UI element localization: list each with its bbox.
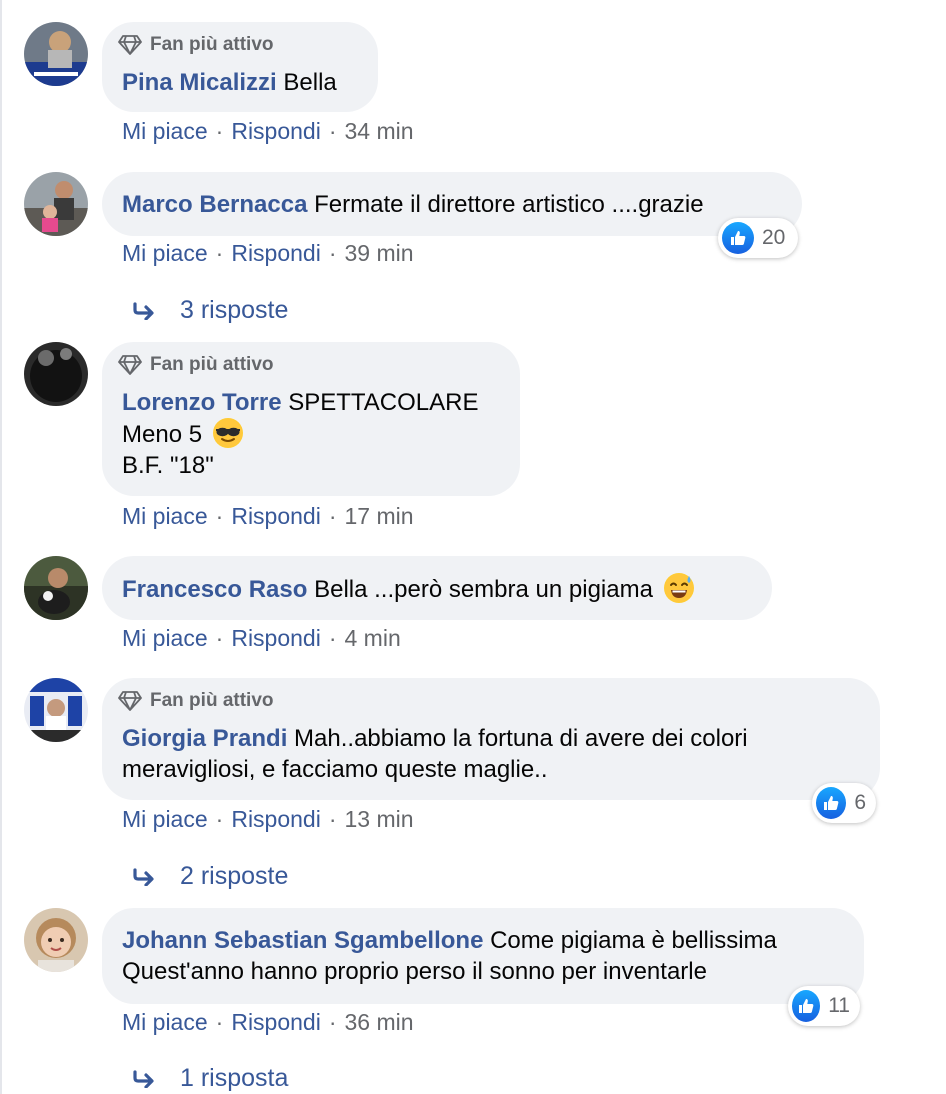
reaction-summary[interactable]: 11 [788, 986, 860, 1026]
like-link[interactable]: Mi piace [122, 806, 208, 832]
timestamp[interactable]: 36 min [345, 1009, 414, 1035]
replies-count[interactable]: 3 risposte [180, 296, 288, 325]
like-link[interactable]: Mi piace [122, 625, 208, 651]
diamond-icon [118, 691, 142, 711]
diamond-icon [118, 35, 142, 55]
timestamp[interactable]: 39 min [345, 240, 414, 266]
reply-link[interactable]: Rispondi [231, 1009, 321, 1035]
timestamp[interactable]: 17 min [345, 503, 414, 529]
top-fan-badge: Fan più attivo [118, 354, 274, 376]
comment-actions: Mi piace · Rispondi · 17 min [122, 503, 414, 529]
comment-actions: Mi piace · Rispondi · 34 min [122, 118, 414, 144]
reply-link[interactable]: Rispondi [231, 118, 321, 144]
author-name[interactable]: Pina Micalizzi [122, 69, 277, 96]
comment-text: Marco Bernacca Fermate il direttore arti… [122, 189, 704, 220]
like-link[interactable]: Mi piace [122, 240, 208, 266]
top-fan-badge: Fan più attivo [118, 690, 274, 712]
reply-arrow-icon [133, 867, 154, 886]
comment-text: Pina Micalizzi Bella [122, 67, 337, 98]
comment-bubble: Marco Bernacca Fermate il direttore arti… [102, 172, 802, 236]
comment-actions: Mi piace · Rispondi · 36 min [122, 1009, 414, 1035]
thumbs-up-icon [816, 787, 847, 819]
comment-body-line: Meno 5 [122, 421, 203, 448]
top-fan-label: Fan più attivo [150, 690, 274, 711]
avatar[interactable] [24, 678, 88, 742]
comment-body-line: Come pigiama è bellissima [490, 927, 777, 954]
reaction-count: 11 [828, 994, 850, 1017]
comment-body-line: B.F. "18" [122, 452, 214, 479]
like-link[interactable]: Mi piace [122, 1009, 208, 1035]
comment-bubble: Francesco Raso Bella ...però sembra un p… [102, 556, 772, 620]
view-replies-link[interactable]: 2 risposte [132, 862, 288, 891]
like-link[interactable]: Mi piace [122, 503, 208, 529]
comment-text: Johann Sebastian Sgambellone Come pigiam… [122, 925, 777, 987]
like-link[interactable]: Mi piace [122, 118, 208, 144]
comment-text: Francesco Raso Bella ...però sembra un p… [122, 573, 694, 605]
reply-link[interactable]: Rispondi [231, 625, 321, 651]
comment-body: Fermate il direttore artistico ....grazi… [314, 191, 704, 218]
top-fan-label: Fan più attivo [150, 34, 274, 55]
avatar[interactable] [24, 556, 88, 620]
view-replies-link[interactable]: 3 risposte [132, 296, 288, 325]
top-fan-label: Fan più attivo [150, 354, 274, 375]
author-name[interactable]: Francesco Raso [122, 576, 307, 603]
comment-bubble: Fan più attivo Lorenzo Torre SPETTACOLAR… [102, 342, 520, 496]
reply-link[interactable]: Rispondi [231, 806, 321, 832]
comment-text: Lorenzo Torre SPETTACOLARE Meno 5 B.F. "… [122, 387, 479, 481]
comment-actions: Mi piace · Rispondi · 4 min [122, 625, 401, 651]
comment-text: Giorgia Prandi Mah..abbiamo la fortuna d… [122, 723, 748, 785]
comment-actions: Mi piace · Rispondi · 39 min [122, 240, 414, 266]
timestamp[interactable]: 13 min [345, 806, 414, 832]
view-replies-link[interactable]: 1 risposta [132, 1064, 288, 1093]
reaction-summary[interactable]: 20 [718, 218, 798, 258]
avatar[interactable] [24, 22, 88, 86]
comment-body-line: meravigliosi, e facciamo queste maglie.. [122, 756, 548, 783]
avatar[interactable] [24, 908, 88, 972]
reply-arrow-icon [133, 301, 154, 320]
reaction-summary[interactable]: 6 [812, 783, 876, 823]
comment-bubble: Fan più attivo Pina Micalizzi Bella [102, 22, 378, 112]
comment-body-line: Quest'anno hanno proprio perso il sonno … [122, 958, 707, 985]
comment-body-line: Mah..abbiamo la fortuna di avere dei col… [294, 725, 748, 752]
sunglasses-emoji-icon [212, 418, 243, 448]
author-name[interactable]: Marco Bernacca [122, 191, 307, 218]
timestamp[interactable]: 4 min [345, 625, 401, 651]
avatar[interactable] [24, 342, 88, 406]
replies-count[interactable]: 1 risposta [180, 1064, 288, 1093]
comment-bubble: Johann Sebastian Sgambellone Come pigiam… [102, 908, 864, 1004]
author-name[interactable]: Giorgia Prandi [122, 725, 287, 752]
reply-link[interactable]: Rispondi [231, 240, 321, 266]
comment-bubble: Fan più attivo Giorgia Prandi Mah..abbia… [102, 678, 880, 800]
author-name[interactable]: Lorenzo Torre [122, 389, 282, 416]
comment-body: Bella [283, 69, 337, 96]
reply-arrow-icon [133, 1069, 154, 1088]
timestamp[interactable]: 34 min [345, 118, 414, 144]
top-fan-badge: Fan più attivo [118, 34, 274, 56]
avatar[interactable] [24, 172, 88, 236]
thread-guide-line [0, 0, 2, 1094]
thumbs-up-icon [722, 222, 754, 254]
reply-link[interactable]: Rispondi [231, 503, 321, 529]
comment-actions: Mi piace · Rispondi · 13 min [122, 806, 414, 832]
thumbs-up-icon [792, 990, 821, 1022]
sweat-smile-emoji-icon [663, 573, 694, 603]
diamond-icon [118, 355, 142, 375]
reaction-count: 20 [762, 226, 786, 249]
replies-count[interactable]: 2 risposte [180, 862, 288, 891]
comment-body: Bella ...però sembra un pigiama [314, 576, 653, 603]
reaction-count: 6 [854, 791, 866, 814]
comment-body-line: SPETTACOLARE [288, 389, 479, 416]
author-name[interactable]: Johann Sebastian Sgambellone [122, 927, 483, 954]
